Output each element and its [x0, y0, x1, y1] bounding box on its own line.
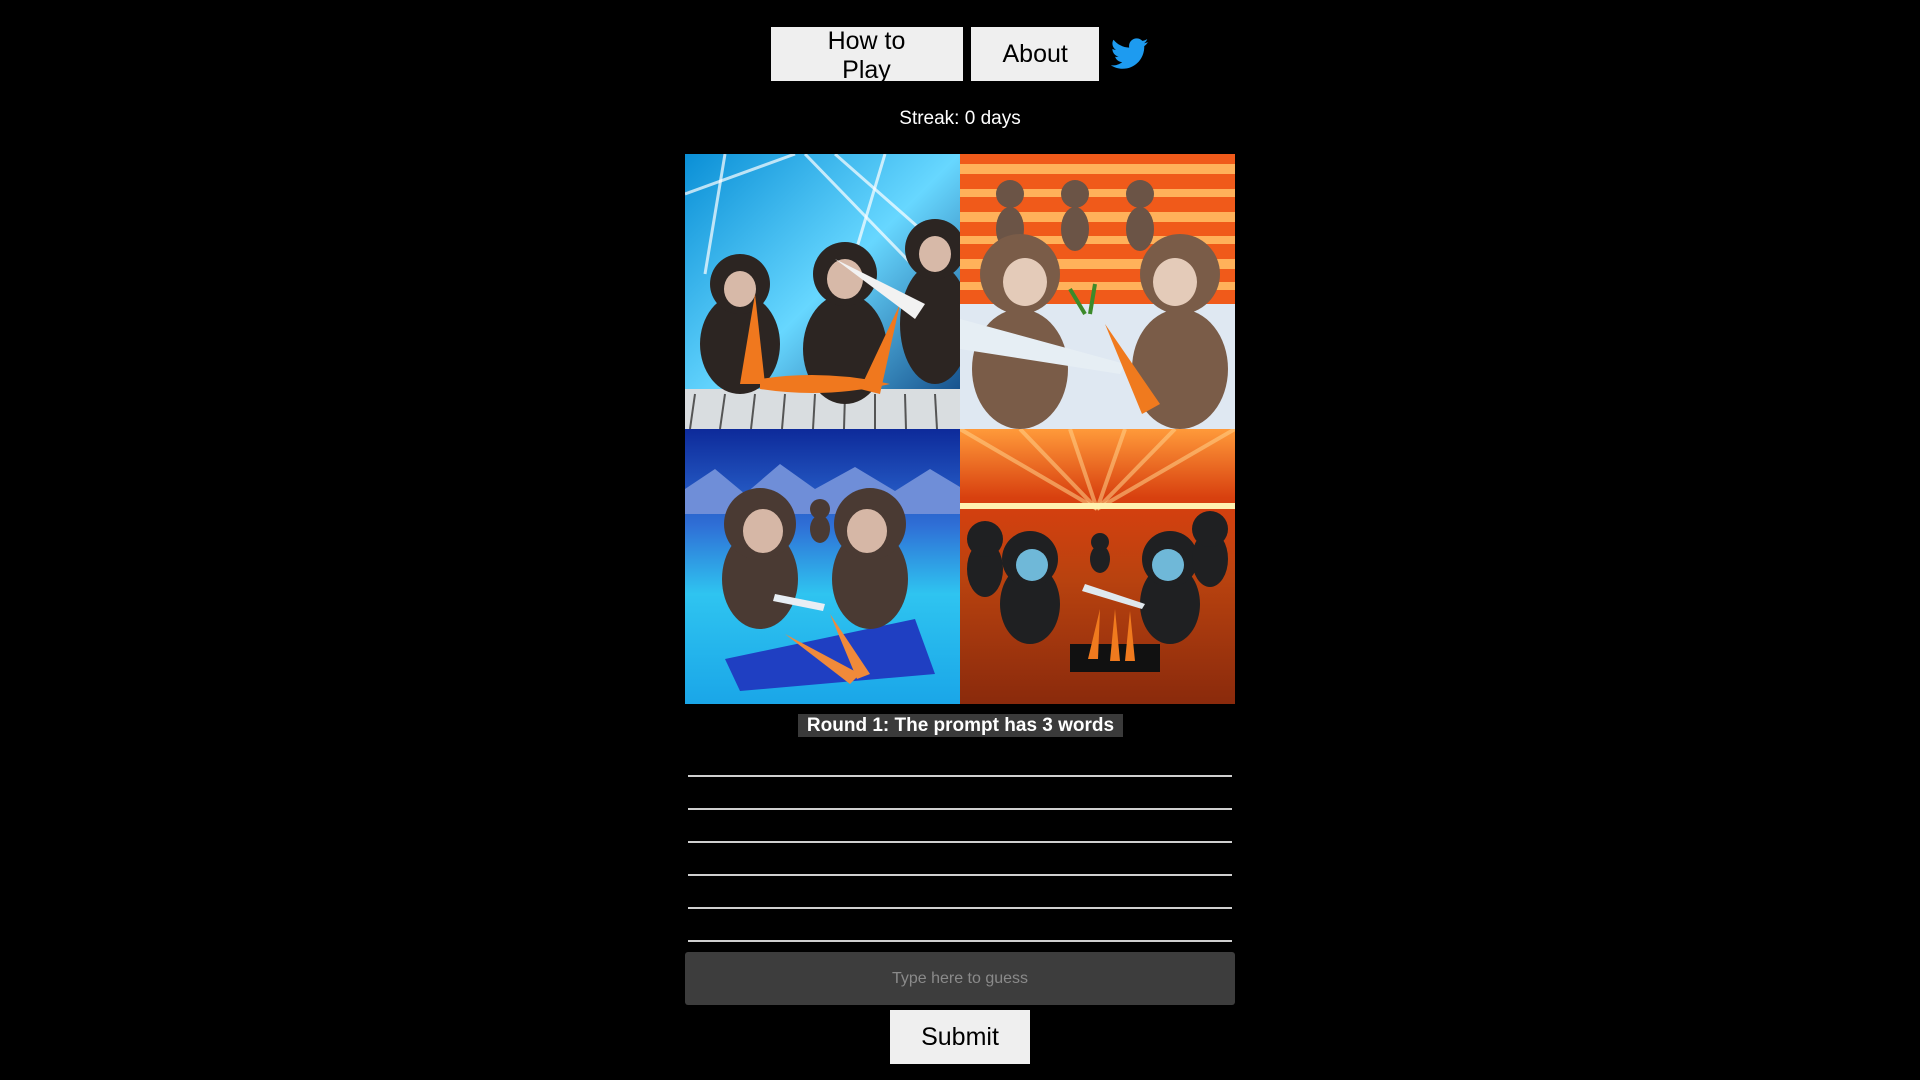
guess-slots [688, 775, 1232, 973]
image-3 [685, 429, 960, 704]
image-1 [685, 154, 960, 429]
guess-slot [688, 775, 1232, 777]
monkeys-carrots-blue-neon-icon [685, 154, 960, 429]
guess-slot [688, 940, 1232, 942]
submit-button[interactable]: Submit [890, 1010, 1030, 1064]
twitter-icon[interactable] [1110, 34, 1150, 74]
guess-slot [688, 841, 1232, 843]
twitter-bird-icon [1110, 38, 1148, 69]
image-4 [960, 429, 1235, 704]
top-nav: How to Play About [0, 27, 1920, 84]
guess-slot [688, 808, 1232, 810]
image-grid [685, 154, 1235, 704]
monkeys-knife-carrot-red-stripes-icon [960, 154, 1235, 429]
monkeys-carrots-orange-rays-icon [960, 429, 1235, 704]
guess-slot [688, 907, 1232, 909]
image-2 [960, 154, 1235, 429]
guess-input[interactable] [685, 952, 1235, 1005]
guess-slot [688, 874, 1232, 876]
how-to-play-button[interactable]: How to Play [770, 27, 963, 84]
streak-counter: Streak: 0 days [899, 108, 1021, 129]
game-app: How to Play About Streak: 0 days Round 1… [0, 0, 1920, 1080]
monkeys-cutting-board-blue-ice-icon [685, 429, 960, 704]
about-button[interactable]: About [970, 27, 1099, 81]
round-label: Round 1: The prompt has 3 words [798, 714, 1123, 737]
